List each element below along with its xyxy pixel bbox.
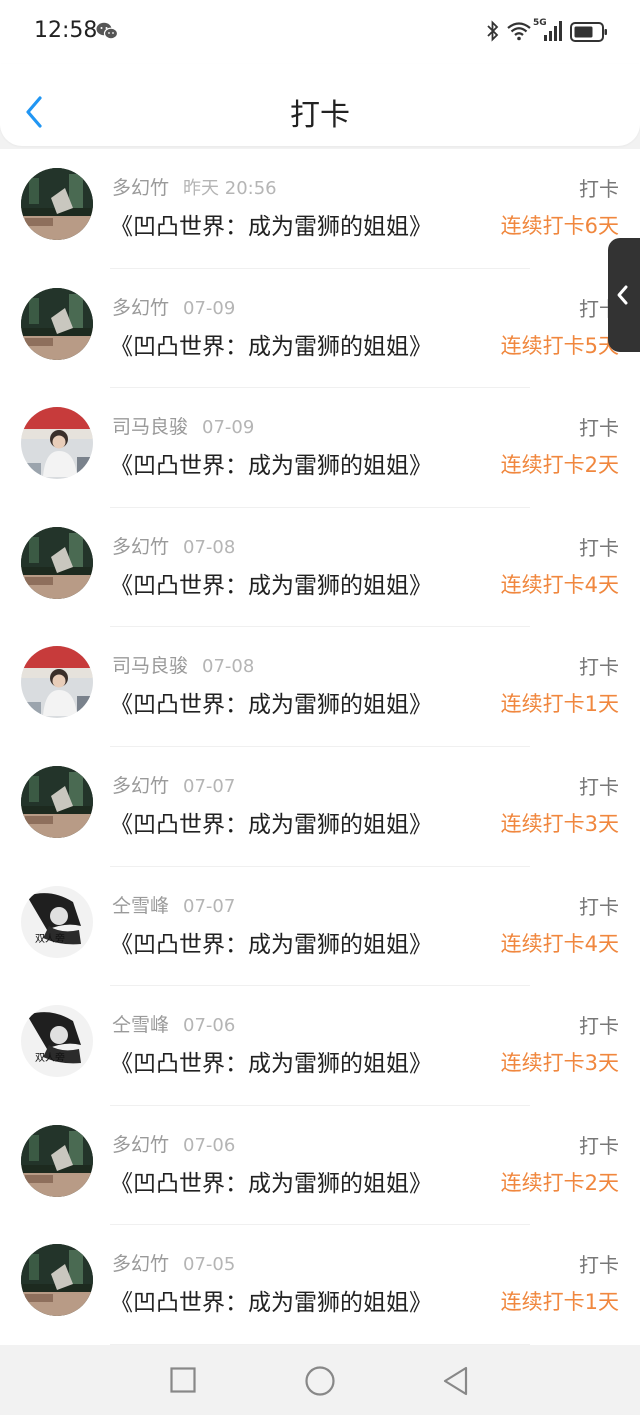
user-line: 司马良骏 07-08	[112, 651, 254, 678]
streak-label: 连续打卡3天	[500, 811, 619, 836]
system-nav-bar	[0, 1345, 640, 1415]
checkin-action-label: 打卡	[579, 535, 619, 560]
header: 打卡	[0, 64, 640, 146]
user-line: 多幻竹 07-05	[112, 1249, 235, 1276]
user-name[interactable]: 多幻竹	[112, 1253, 169, 1275]
book-title[interactable]: 《凹凸世界：成为雷狮的姐姐》	[110, 207, 432, 241]
status-time: 12:58	[34, 18, 98, 43]
streak-label: 连续打卡2天	[500, 453, 619, 478]
user-line: 仝雪峰 07-06	[112, 1010, 235, 1037]
list-item[interactable]: 双人旁 仝雪峰 07-07 《凹凸世界：成为雷狮的姐姐》 打卡连续打卡4天	[0, 867, 640, 987]
checkin-action-label: 打卡	[579, 655, 619, 680]
list-item[interactable]: 多幻竹 07-09 《凹凸世界：成为雷狮的姐姐》 打卡 连续打卡5天	[0, 269, 640, 389]
streak-label: 连续打卡3天	[500, 1051, 619, 1076]
user-name[interactable]: 仝雪峰	[112, 1014, 169, 1036]
checkin-list: 多幻竹 昨天 20:56 《凹凸世界：成为雷狮的姐姐》 打卡 连续打卡6天 多幻竹 07-0…	[0, 149, 640, 1345]
svg-text:双人旁: 双人旁	[35, 1051, 65, 1064]
streak-label: 连续打卡4天	[500, 931, 619, 956]
book-title[interactable]: 《凹凸世界：成为雷狮的姐姐》	[110, 685, 432, 719]
streak-label: 连续打卡5天	[500, 333, 619, 358]
page-title: 打卡	[290, 98, 350, 133]
checkin-action-label: 打卡	[579, 774, 619, 799]
user-name[interactable]: 多幻竹	[112, 177, 169, 199]
user-name[interactable]: 司马良骏	[112, 655, 188, 677]
recents-square-icon[interactable]	[170, 1367, 196, 1393]
user-line: 多幻竹 07-06	[112, 1130, 235, 1157]
avatar[interactable]	[21, 168, 93, 240]
signal-icon: 5G	[533, 18, 563, 42]
user-name[interactable]: 仝雪峰	[112, 895, 169, 917]
user-name[interactable]: 多幻竹	[112, 1134, 169, 1156]
side-drawer-tab[interactable]	[608, 238, 640, 352]
avatar[interactable]	[21, 1244, 93, 1317]
battery-icon	[570, 22, 607, 42]
checkin-action-label: 打卡	[579, 1133, 619, 1158]
checkin-action-label: 打卡	[579, 416, 619, 441]
user-name[interactable]: 多幻竹	[112, 297, 169, 319]
status-bar: 12:58 5G	[0, 0, 640, 64]
streak-label: 连续打卡4天	[500, 572, 619, 597]
home-circle-icon[interactable]	[304, 1365, 336, 1397]
post-time: 07-07	[183, 895, 236, 917]
post-time: 07-05	[183, 1254, 236, 1276]
post-time: 07-06	[183, 1015, 236, 1037]
avatar[interactable]	[21, 646, 93, 719]
checkin-action-label: 打卡	[579, 894, 619, 919]
book-title[interactable]: 《凹凸世界：成为雷狮的姐姐》	[110, 925, 432, 959]
book-title[interactable]: 《凹凸世界：成为雷狮的姐姐》	[110, 566, 432, 600]
svg-text:双人旁: 双人旁	[35, 932, 65, 945]
post-time: 07-09	[183, 297, 236, 319]
book-title[interactable]: 《凹凸世界：成为雷狮的姐姐》	[110, 1044, 432, 1078]
user-name[interactable]: 司马良骏	[112, 416, 188, 438]
post-time: 昨天 20:56	[183, 178, 277, 199]
wechat-icon	[96, 22, 118, 40]
checkin-action-label: 打卡	[579, 177, 619, 201]
book-title[interactable]: 《凹凸世界：成为雷狮的姐姐》	[110, 327, 432, 361]
streak-label: 连续打卡1天	[500, 1290, 619, 1315]
post-time: 07-06	[183, 1134, 236, 1156]
user-line: 司马良骏 07-09	[112, 412, 254, 439]
post-time: 07-08	[202, 656, 255, 678]
bluetooth-icon	[487, 20, 499, 42]
list-item[interactable]: 司马良骏 07-08 《凹凸世界：成为雷狮的姐姐》 打卡连续打卡1天	[0, 627, 640, 747]
avatar[interactable]	[21, 287, 93, 360]
wifi-icon	[507, 22, 531, 41]
post-time: 07-09	[202, 417, 255, 439]
user-line: 仝雪峰 07-07	[112, 891, 235, 918]
avatar[interactable]	[21, 765, 93, 838]
avatar[interactable]: 双人旁	[21, 1005, 93, 1078]
back-triangle-icon[interactable]	[440, 1365, 472, 1397]
user-line: 多幻竹 07-07	[112, 771, 235, 798]
streak-label: 连续打卡2天	[500, 1170, 619, 1195]
list-item[interactable]: 多幻竹 昨天 20:56 《凹凸世界：成为雷狮的姐姐》 打卡连续打卡6天	[0, 149, 640, 269]
book-title[interactable]: 《凹凸世界：成为雷狮的姐姐》	[110, 1164, 432, 1198]
chevron-left-icon	[617, 285, 628, 305]
list-item[interactable]: 双人旁 仝雪峰 07-06 《凹凸世界：成为雷狮的姐姐》 打卡连续打卡3天	[0, 986, 640, 1106]
list-item[interactable]: 多幻竹 07-07 《凹凸世界：成为雷狮的姐姐》 打卡连续打卡3天	[0, 747, 640, 867]
avatar[interactable]	[21, 407, 93, 480]
user-line: 多幻竹 昨天 20:56	[112, 173, 277, 200]
user-name[interactable]: 多幻竹	[112, 775, 169, 797]
avatar[interactable]	[21, 1124, 93, 1197]
avatar[interactable]: 双人旁	[21, 885, 93, 958]
list-item[interactable]: 多幻竹 07-08 《凹凸世界：成为雷狮的姐姐》 打卡连续打卡4天	[0, 508, 640, 628]
book-title[interactable]: 《凹凸世界：成为雷狮的姐姐》	[110, 1283, 432, 1317]
book-title[interactable]: 《凹凸世界：成为雷狮的姐姐》	[110, 446, 432, 480]
list-item[interactable]: 司马良骏 07-09 《凹凸世界：成为雷狮的姐姐》 打卡连续打卡2天	[0, 388, 640, 508]
checkin-action-label: 打卡	[579, 1253, 619, 1278]
streak-label: 连续打卡1天	[500, 692, 619, 717]
book-title[interactable]: 《凹凸世界：成为雷狮的姐姐》	[110, 805, 432, 839]
user-name[interactable]: 多幻竹	[112, 536, 169, 558]
user-line: 多幻竹 07-08	[112, 532, 235, 559]
avatar[interactable]	[21, 526, 93, 599]
list-item[interactable]: 多幻竹 07-06 《凹凸世界：成为雷狮的姐姐》 打卡连续打卡2天	[0, 1106, 640, 1226]
list-item[interactable]: 多幻竹 07-05 《凹凸世界：成为雷狮的姐姐》 打卡连续打卡1天	[0, 1225, 640, 1345]
checkin-action-label: 打卡	[579, 1014, 619, 1039]
streak-label: 连续打卡6天	[500, 214, 619, 238]
user-line: 多幻竹 07-09	[112, 293, 235, 320]
post-time: 07-07	[183, 775, 236, 797]
post-time: 07-08	[183, 536, 236, 558]
